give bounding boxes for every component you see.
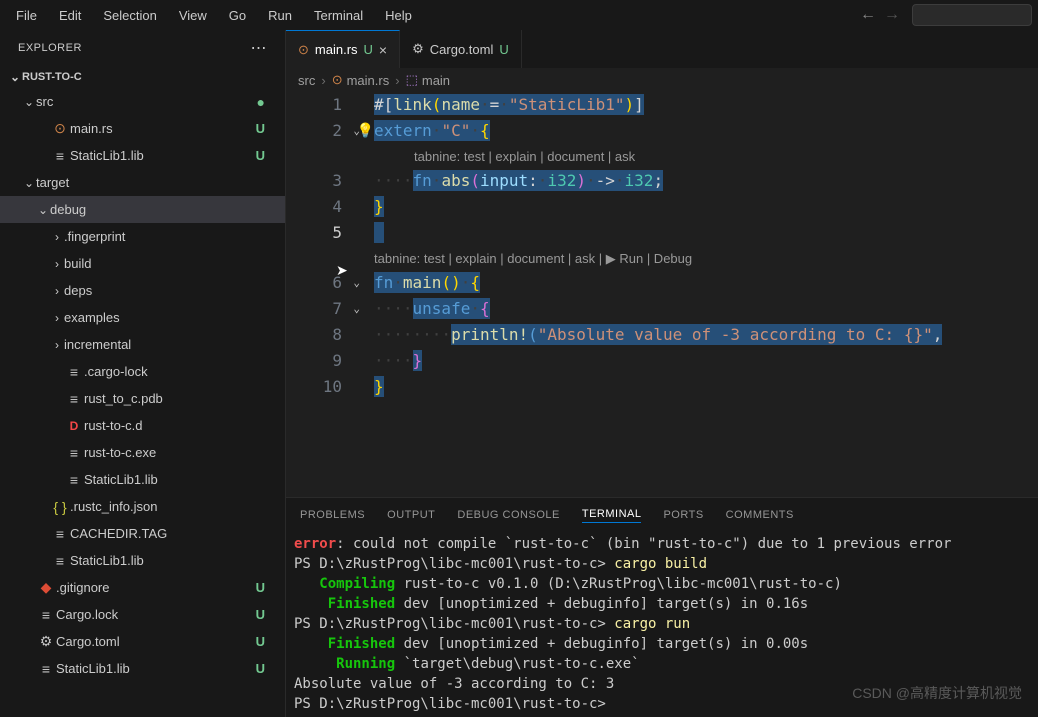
breadcrumbs[interactable]: src › ⊙ main.rs › ⬚ main [286, 68, 1038, 92]
line-gutter: 1 2⌄💡 3 4 5 6⌄ 7⌄ 8 9 10 [286, 92, 364, 497]
nav-back-icon[interactable]: ← [860, 6, 876, 24]
search-input[interactable] [912, 4, 1032, 26]
project-name: RUST-TO-C [22, 71, 82, 83]
tree-item-cargo-lock[interactable]: ≡Cargo.lockU [0, 601, 285, 628]
panel-tab-problems[interactable]: PROBLEMS [300, 509, 365, 521]
tree-item-cargo-toml[interactable]: ⚙Cargo.tomlU [0, 628, 285, 655]
bottom-panel: PROBLEMS OUTPUT DEBUG CONSOLE TERMINAL P… [286, 497, 1038, 717]
tree-item-src[interactable]: ⌄src● [0, 88, 285, 115]
tree-item-target[interactable]: ⌄target [0, 169, 285, 196]
tree-item-staticlib1-lib[interactable]: ≡StaticLib1.libU [0, 142, 285, 169]
panel-tab-ports[interactable]: PORTS [663, 509, 703, 521]
editor-area: ⊙ main.rs U × ⚙ Cargo.toml U src › ⊙ mai… [286, 30, 1038, 717]
panel-tab-comments[interactable]: COMMENTS [726, 509, 794, 521]
tree-item-incremental[interactable]: ›incremental [0, 331, 285, 358]
nav-forward-icon[interactable]: → [884, 6, 900, 24]
chevron-down-icon: ⌄ [8, 70, 22, 84]
menubar: File Edit Selection View Go Run Terminal… [0, 0, 1038, 30]
menu-run[interactable]: Run [258, 4, 302, 27]
tab-bar: ⊙ main.rs U × ⚙ Cargo.toml U [286, 30, 1038, 68]
rust-icon: ⊙ [332, 72, 343, 88]
panel-tab-terminal[interactable]: TERMINAL [582, 508, 642, 523]
sidebar-explorer: EXPLORER ⋯ ⌄ RUST-TO-C ⌄src●⊙main.rsU≡St… [0, 30, 286, 717]
tree-item-rust-to-c-exe[interactable]: ≡rust-to-c.exe [0, 439, 285, 466]
menu-terminal[interactable]: Terminal [304, 4, 373, 27]
tree-item-examples[interactable]: ›examples [0, 304, 285, 331]
menu-file[interactable]: File [6, 4, 47, 27]
tree-item--cargo-lock[interactable]: ≡.cargo-lock [0, 358, 285, 385]
panel-tab-debug-console[interactable]: DEBUG CONSOLE [457, 509, 559, 521]
symbol-icon: ⬚ [406, 72, 418, 88]
code-editor[interactable]: 1 2⌄💡 3 4 5 6⌄ 7⌄ 8 9 10 #[link(name·=·"… [286, 92, 1038, 497]
tab-main-rs[interactable]: ⊙ main.rs U × [286, 30, 400, 68]
terminal-output[interactable]: error: could not compile `rust-to-c` (bi… [286, 532, 1038, 717]
menu-selection[interactable]: Selection [93, 4, 166, 27]
fold-icon[interactable]: ⌄ [353, 296, 360, 322]
panel-tab-output[interactable]: OUTPUT [387, 509, 435, 521]
tree-item-debug[interactable]: ⌄debug [0, 196, 285, 223]
close-icon[interactable]: × [379, 42, 387, 58]
tree-item-build[interactable]: ›build [0, 250, 285, 277]
fold-icon[interactable]: ⌄ [353, 270, 360, 296]
tab-cargo-toml[interactable]: ⚙ Cargo.toml U [400, 30, 522, 68]
menu-go[interactable]: Go [219, 4, 256, 27]
tree-item-rust-to-c-d[interactable]: Drust-to-c.d [0, 412, 285, 439]
menu-view[interactable]: View [169, 4, 217, 27]
explorer-title: EXPLORER [18, 42, 82, 54]
tree-item-staticlib1-lib[interactable]: ≡StaticLib1.lib [0, 547, 285, 574]
menu-help[interactable]: Help [375, 4, 422, 27]
tree-item-deps[interactable]: ›deps [0, 277, 285, 304]
file-tree: ⌄src●⊙main.rsU≡StaticLib1.libU⌄target⌄de… [0, 88, 285, 717]
tree-item--rustc-info-json[interactable]: { }.rustc_info.json [0, 493, 285, 520]
codelens[interactable]: tabnine: test | explain | document | ask… [374, 246, 1038, 270]
tree-item-staticlib1-lib[interactable]: ≡StaticLib1.lib [0, 466, 285, 493]
tree-item-main-rs[interactable]: ⊙main.rsU [0, 115, 285, 142]
project-header[interactable]: ⌄ RUST-TO-C [0, 66, 285, 88]
rust-icon: ⊙ [298, 42, 309, 58]
lightbulb-icon[interactable]: 💡 [357, 118, 374, 144]
gear-icon: ⚙ [412, 41, 424, 57]
tree-item-staticlib1-lib[interactable]: ≡StaticLib1.libU [0, 655, 285, 682]
explorer-more-icon[interactable]: ⋯ [251, 38, 268, 58]
menu-edit[interactable]: Edit [49, 4, 91, 27]
tree-item-cachedir-tag[interactable]: ≡CACHEDIR.TAG [0, 520, 285, 547]
tree-item--gitignore[interactable]: ◆.gitignoreU [0, 574, 285, 601]
tree-item--fingerprint[interactable]: ›.fingerprint [0, 223, 285, 250]
tree-item-rust-to-c-pdb[interactable]: ≡rust_to_c.pdb [0, 385, 285, 412]
codelens[interactable]: tabnine: test | explain | document | ask [374, 144, 1038, 168]
